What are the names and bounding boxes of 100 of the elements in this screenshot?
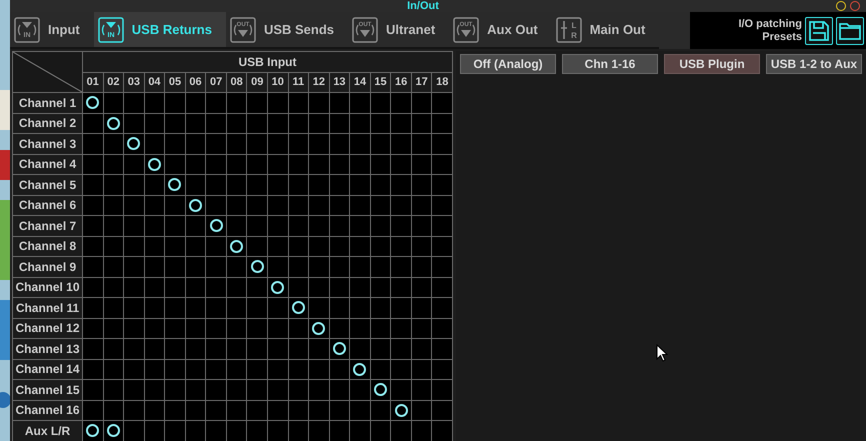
patch-cell[interactable] [370, 421, 390, 440]
patch-cell[interactable] [370, 175, 390, 194]
patch-cell[interactable] [309, 216, 329, 236]
patch-cell[interactable] [330, 154, 350, 174]
patch-cell[interactable] [165, 400, 185, 420]
patch-cell[interactable] [350, 175, 370, 194]
patch-cell[interactable] [186, 114, 206, 133]
patch-cell[interactable] [186, 400, 206, 420]
patch-cell[interactable] [432, 93, 452, 112]
patch-cell[interactable] [288, 360, 308, 379]
patch-cell[interactable] [144, 154, 164, 174]
patch-cell[interactable] [391, 154, 411, 174]
patch-cell[interactable] [124, 216, 144, 236]
patch-cell[interactable] [104, 278, 124, 297]
open-folder-button[interactable] [836, 16, 864, 44]
patch-cell[interactable] [206, 278, 226, 297]
patch-cell[interactable] [288, 380, 308, 400]
save-button[interactable] [805, 16, 833, 44]
patch-cell[interactable] [350, 400, 370, 420]
patch-cell[interactable] [247, 278, 267, 297]
patch-cell[interactable] [350, 114, 370, 133]
patch-cell[interactable] [144, 236, 164, 256]
patch-cell[interactable] [206, 421, 226, 440]
patch-cell[interactable] [268, 216, 288, 236]
patch-cell[interactable] [247, 175, 267, 194]
patch-cell[interactable] [206, 257, 226, 276]
patch-cell[interactable] [124, 196, 144, 215]
patch-cell[interactable] [83, 93, 103, 112]
patch-cell[interactable] [391, 216, 411, 236]
patch-cell[interactable] [226, 257, 246, 276]
patch-cell[interactable] [268, 421, 288, 440]
patch-cell[interactable] [288, 236, 308, 256]
patch-cell[interactable] [391, 318, 411, 338]
patch-cell[interactable] [309, 421, 329, 440]
patch-cell[interactable] [370, 257, 390, 276]
patch-cell[interactable] [206, 360, 226, 379]
patch-cell[interactable] [350, 196, 370, 215]
patch-cell[interactable] [370, 114, 390, 133]
patch-cell[interactable] [144, 339, 164, 358]
patch-cell[interactable] [391, 360, 411, 379]
patch-cell[interactable] [350, 318, 370, 338]
patch-cell[interactable] [104, 236, 124, 256]
patch-cell[interactable] [83, 421, 103, 440]
patch-cell[interactable] [309, 400, 329, 420]
patch-cell[interactable] [247, 134, 267, 154]
patch-cell[interactable] [165, 339, 185, 358]
patch-cell[interactable] [288, 93, 308, 112]
patch-cell[interactable] [391, 236, 411, 256]
patch-cell[interactable] [206, 93, 226, 112]
patch-cell[interactable] [288, 175, 308, 194]
patch-cell[interactable] [330, 134, 350, 154]
patch-cell[interactable] [124, 175, 144, 194]
patch-cell[interactable] [350, 93, 370, 112]
patch-cell[interactable] [226, 421, 246, 440]
patch-cell[interactable] [370, 298, 390, 318]
patch-cell[interactable] [124, 380, 144, 400]
patch-cell[interactable] [412, 114, 432, 133]
patch-cell[interactable] [432, 400, 452, 420]
patch-cell[interactable] [412, 339, 432, 358]
patch-cell[interactable] [412, 360, 432, 379]
patch-cell[interactable] [165, 175, 185, 194]
patch-cell[interactable] [104, 114, 124, 133]
patch-cell[interactable] [370, 360, 390, 379]
patch-cell[interactable] [330, 360, 350, 379]
patch-cell[interactable] [83, 278, 103, 297]
patch-cell[interactable] [288, 278, 308, 297]
patch-cell[interactable] [309, 318, 329, 338]
patch-cell[interactable] [124, 236, 144, 256]
patch-cell[interactable] [391, 421, 411, 440]
patch-cell[interactable] [206, 216, 226, 236]
patch-cell[interactable] [288, 257, 308, 276]
patch-cell[interactable] [309, 236, 329, 256]
patch-cell[interactable] [309, 339, 329, 358]
patch-cell[interactable] [165, 114, 185, 133]
patch-cell[interactable] [370, 339, 390, 358]
patch-cell[interactable] [206, 196, 226, 215]
patch-cell[interactable] [186, 196, 206, 215]
patch-cell[interactable] [247, 154, 267, 174]
patch-cell[interactable] [226, 216, 246, 236]
patch-cell[interactable] [226, 318, 246, 338]
patch-cell[interactable] [144, 257, 164, 276]
patch-cell[interactable] [412, 93, 432, 112]
patch-cell[interactable] [268, 380, 288, 400]
patch-cell[interactable] [391, 114, 411, 133]
patch-cell[interactable] [432, 380, 452, 400]
patch-cell[interactable] [104, 175, 124, 194]
patch-cell[interactable] [330, 421, 350, 440]
patch-cell[interactable] [309, 196, 329, 215]
patch-cell[interactable] [104, 360, 124, 379]
patch-cell[interactable] [330, 339, 350, 358]
patch-cell[interactable] [186, 339, 206, 358]
patch-cell[interactable] [350, 380, 370, 400]
patch-cell[interactable] [412, 257, 432, 276]
patch-cell[interactable] [268, 360, 288, 379]
patch-cell[interactable] [186, 298, 206, 318]
patch-cell[interactable] [247, 257, 267, 276]
patch-cell[interactable] [432, 175, 452, 194]
patch-cell[interactable] [370, 216, 390, 236]
patch-cell[interactable] [350, 298, 370, 318]
patch-cell[interactable] [144, 421, 164, 440]
